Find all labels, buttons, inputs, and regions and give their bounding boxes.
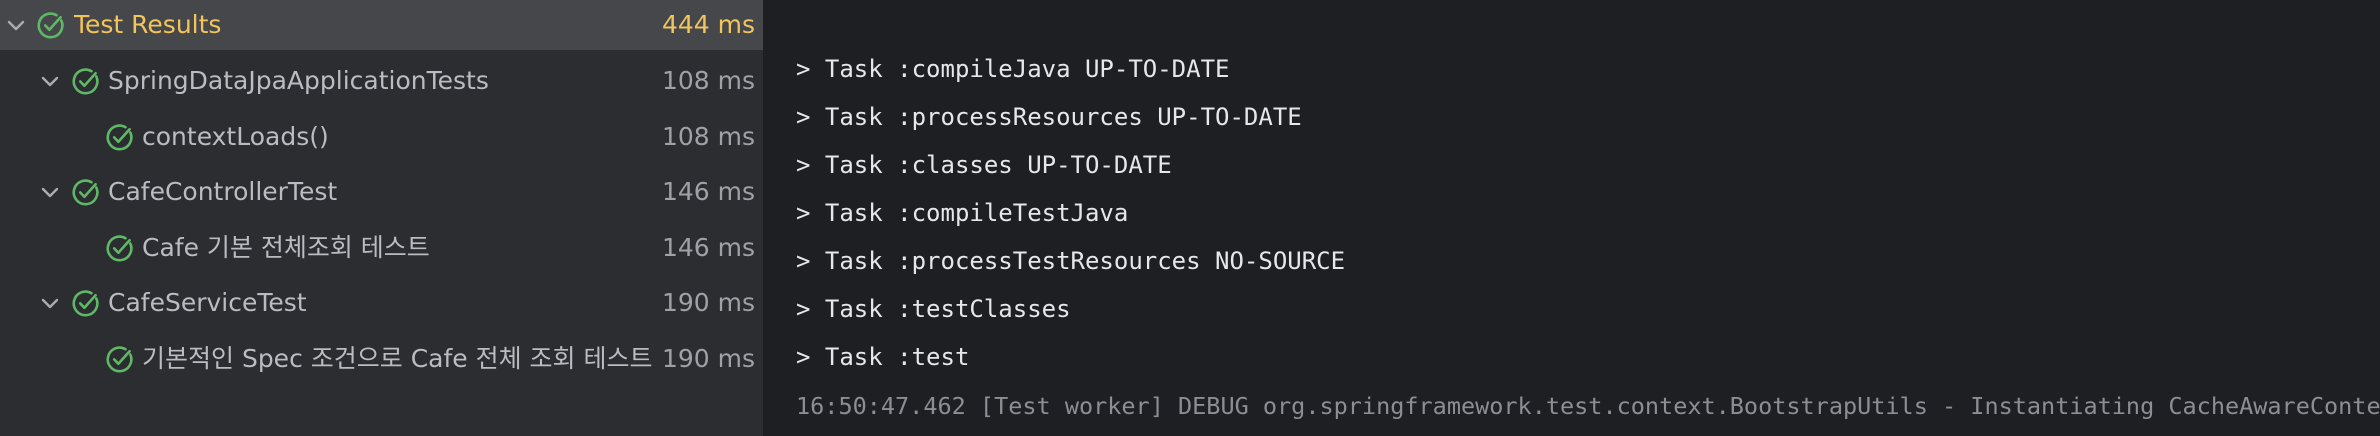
chevron-down-icon[interactable] [5, 14, 27, 36]
console-line: > Task :compileJava UP-TO-DATE [796, 55, 1230, 83]
check-circle-icon [71, 67, 100, 96]
tree-row-suite[interactable]: CafeServiceTest 190 ms [0, 278, 763, 328]
console-line: > Task :test [796, 343, 970, 371]
duration-label: 190 ms [661, 288, 755, 317]
check-circle-icon [36, 11, 65, 40]
console-log-line: 16:50:47.462 [Test worker] DEBUG org.spr… [796, 392, 2380, 420]
tree-row-test-results[interactable]: Test Results 444 ms [0, 0, 763, 50]
check-circle-icon [105, 345, 134, 374]
duration-label: 146 ms [661, 233, 755, 262]
tree-item-label: CafeServiceTest [108, 288, 307, 317]
check-circle-icon [105, 234, 134, 263]
console-line: > Task :processTestResources NO-SOURCE [796, 247, 1346, 275]
chevron-down-icon[interactable] [39, 181, 61, 203]
tree-item-label: SpringDataJpaApplicationTests [108, 66, 489, 95]
tree-row-suite[interactable]: SpringDataJpaApplicationTests 108 ms [0, 56, 763, 106]
console-line: > Task :classes UP-TO-DATE [796, 151, 1172, 179]
test-results-tree: Test Results 444 ms SpringDataJpaApplica… [0, 0, 763, 436]
tree-item-label: CafeControllerTest [108, 177, 338, 206]
tree-row-suite[interactable]: CafeControllerTest 146 ms [0, 167, 763, 217]
duration-label: 108 ms [661, 66, 755, 95]
tree-item-label: Cafe 기본 전체조회 테스트 [142, 233, 430, 262]
tree-row-test[interactable]: contextLoads() 108 ms [0, 112, 763, 162]
console-line: > Task :processResources UP-TO-DATE [796, 103, 1302, 131]
chevron-down-icon[interactable] [39, 292, 61, 314]
console-line: > Task :compileTestJava [796, 199, 1129, 227]
tree-item-label: Test Results [74, 10, 222, 39]
duration-label: 146 ms [661, 177, 755, 206]
check-circle-icon [71, 289, 100, 318]
check-circle-icon [71, 178, 100, 207]
tree-row-test[interactable]: Cafe 기본 전체조회 테스트 146 ms [0, 223, 763, 273]
test-runner-window: Test Results 444 ms SpringDataJpaApplica… [0, 0, 2380, 436]
duration-label: 190 ms [661, 344, 755, 373]
console-output[interactable]: > Task :compileJava UP-TO-DATE > Task :p… [763, 0, 2380, 436]
chevron-down-icon[interactable] [39, 70, 61, 92]
tree-row-test[interactable]: 기본적인 Spec 조건으로 Cafe 전체 조회 테스트 190 ms [0, 334, 763, 384]
check-circle-icon [105, 123, 134, 152]
console-line: > Task :testClasses [796, 295, 1071, 323]
tree-item-label: 기본적인 Spec 조건으로 Cafe 전체 조회 테스트 [142, 344, 653, 373]
duration-label: 108 ms [661, 122, 755, 151]
tree-item-label: contextLoads() [142, 122, 329, 151]
duration-label: 444 ms [661, 10, 755, 39]
